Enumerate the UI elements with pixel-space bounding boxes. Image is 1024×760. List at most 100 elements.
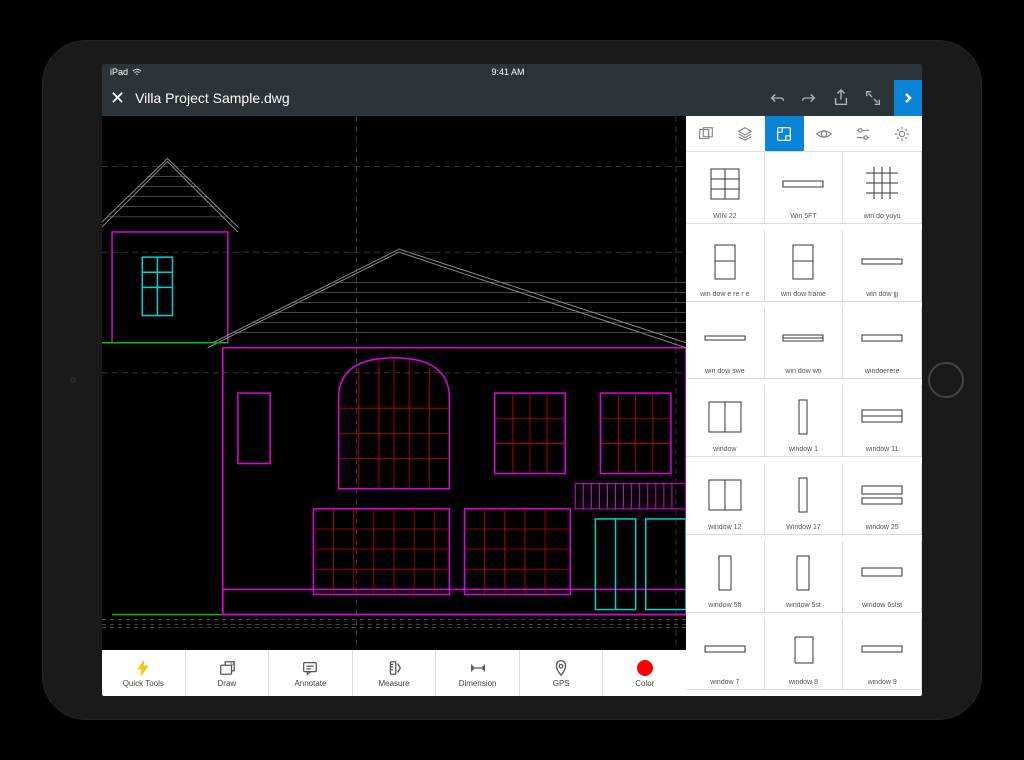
block-grid: WIN 22 Win 5FT win do yuyu win dow e re r e… — [686, 152, 922, 696]
block-item[interactable]: window 1 — [765, 385, 844, 457]
block-label: win dow frame — [781, 291, 826, 298]
lightning-icon — [134, 659, 152, 677]
block-label: window 12 — [708, 524, 741, 531]
block-item[interactable]: WIN 22 — [686, 152, 765, 224]
panel-tab-settings[interactable] — [883, 116, 922, 151]
panel-toggle-button[interactable] — [894, 80, 922, 116]
block-preview — [846, 310, 918, 368]
tool-label: Draw — [218, 679, 237, 688]
block-label: window 6stst — [862, 602, 902, 609]
block-label: window 25 — [866, 524, 899, 531]
measure-icon — [385, 659, 403, 677]
block-label: win dow jjj — [866, 291, 898, 298]
block-preview — [768, 310, 840, 368]
block-item[interactable]: window — [686, 385, 765, 457]
panel-tab-layers[interactable] — [725, 116, 764, 151]
close-icon[interactable]: ✕ — [110, 88, 125, 109]
block-item[interactable]: win dow swe — [686, 307, 765, 379]
block-item[interactable]: window 6stst — [843, 541, 922, 613]
block-label: Window 17 — [786, 524, 821, 531]
block-preview — [689, 544, 761, 602]
block-item[interactable]: Window 17 — [765, 463, 844, 535]
block-preview — [768, 388, 840, 446]
carrier-label: iPad — [110, 67, 128, 77]
home-button[interactable] — [928, 362, 964, 398]
block-item[interactable]: win do yuyu — [843, 152, 922, 224]
draw-icon — [218, 659, 236, 677]
side-panel: WIN 22 Win 5FT win do yuyu win dow e re r e… — [686, 116, 922, 696]
panel-tabs — [686, 116, 922, 152]
wifi-icon — [132, 68, 142, 76]
block-preview — [846, 388, 918, 446]
block-item[interactable]: window 7 — [686, 618, 765, 690]
block-preview — [689, 310, 761, 368]
block-preview — [846, 544, 918, 602]
block-label: window — [713, 446, 736, 453]
main-area: Quick Tools Draw Annotate Measure — [102, 116, 922, 696]
block-label: window 5st — [786, 602, 821, 609]
block-label: window 9 — [868, 679, 897, 686]
block-preview — [689, 621, 761, 679]
block-item[interactable]: win dow frame — [765, 230, 844, 302]
color-icon — [637, 659, 653, 677]
panel-tab-blocks[interactable] — [765, 116, 804, 151]
block-item[interactable]: window 5st — [765, 541, 844, 613]
block-item[interactable]: window 5ft — [686, 541, 765, 613]
block-preview — [768, 621, 840, 679]
tool-gps[interactable]: GPS — [520, 650, 604, 696]
redo-icon[interactable] — [798, 87, 820, 109]
fullscreen-icon[interactable] — [862, 87, 884, 109]
panel-tab-layouts[interactable] — [686, 116, 725, 151]
block-label: windoerere — [865, 368, 900, 375]
tool-dimension[interactable]: Dimension — [436, 650, 520, 696]
tool-label: GPS — [553, 679, 570, 688]
block-label: WIN 22 — [713, 213, 736, 220]
block-preview — [689, 155, 761, 213]
block-preview — [689, 388, 761, 446]
block-item[interactable]: window 8 — [765, 618, 844, 690]
block-label: window 1 — [789, 446, 818, 453]
panel-tab-properties[interactable] — [843, 116, 882, 151]
block-item[interactable]: Win 5FT — [765, 152, 844, 224]
share-icon[interactable] — [830, 87, 852, 109]
block-item[interactable]: win dow wo — [765, 307, 844, 379]
undo-icon[interactable] — [766, 87, 788, 109]
block-label: win do yuyu — [864, 213, 901, 220]
tool-annotate[interactable]: Annotate — [269, 650, 353, 696]
tool-color[interactable]: Color — [603, 650, 686, 696]
tool-quick-tools[interactable]: Quick Tools — [102, 650, 186, 696]
clock: 9:41 AM — [375, 67, 640, 77]
block-label: window 7 — [710, 679, 739, 686]
screen: iPad 9:41 AM ✕ Villa Project Sample.dwg — [102, 64, 922, 696]
dimension-icon — [469, 659, 487, 677]
file-title: Villa Project Sample.dwg — [135, 90, 756, 106]
tool-label: Measure — [378, 679, 409, 688]
tool-label: Dimension — [459, 679, 497, 688]
block-item[interactable]: win dow e re r e — [686, 230, 765, 302]
drawing-canvas[interactable] — [102, 116, 686, 650]
panel-tab-views[interactable] — [804, 116, 843, 151]
block-item[interactable]: win dow jjj — [843, 230, 922, 302]
block-preview — [846, 621, 918, 679]
canvas-area: Quick Tools Draw Annotate Measure — [102, 116, 686, 696]
block-label: win dow swe — [705, 368, 745, 375]
status-bar: iPad 9:41 AM — [102, 64, 922, 80]
block-label: window 11 — [866, 446, 899, 453]
block-item[interactable]: window 25 — [843, 463, 922, 535]
block-preview — [846, 233, 918, 291]
block-item[interactable]: window 11 — [843, 385, 922, 457]
annotate-icon — [301, 659, 319, 677]
tool-measure[interactable]: Measure — [353, 650, 437, 696]
block-preview — [768, 233, 840, 291]
block-preview — [768, 544, 840, 602]
block-label: window 8 — [789, 679, 818, 686]
tool-label: Annotate — [294, 679, 326, 688]
tool-draw[interactable]: Draw — [186, 650, 270, 696]
block-item[interactable]: window 12 — [686, 463, 765, 535]
tool-label: Quick Tools — [123, 679, 164, 688]
camera-dot — [70, 377, 76, 383]
block-item[interactable]: windoerere — [843, 307, 922, 379]
block-item[interactable]: window 9 — [843, 618, 922, 690]
block-preview — [846, 466, 918, 524]
block-preview — [768, 155, 840, 213]
